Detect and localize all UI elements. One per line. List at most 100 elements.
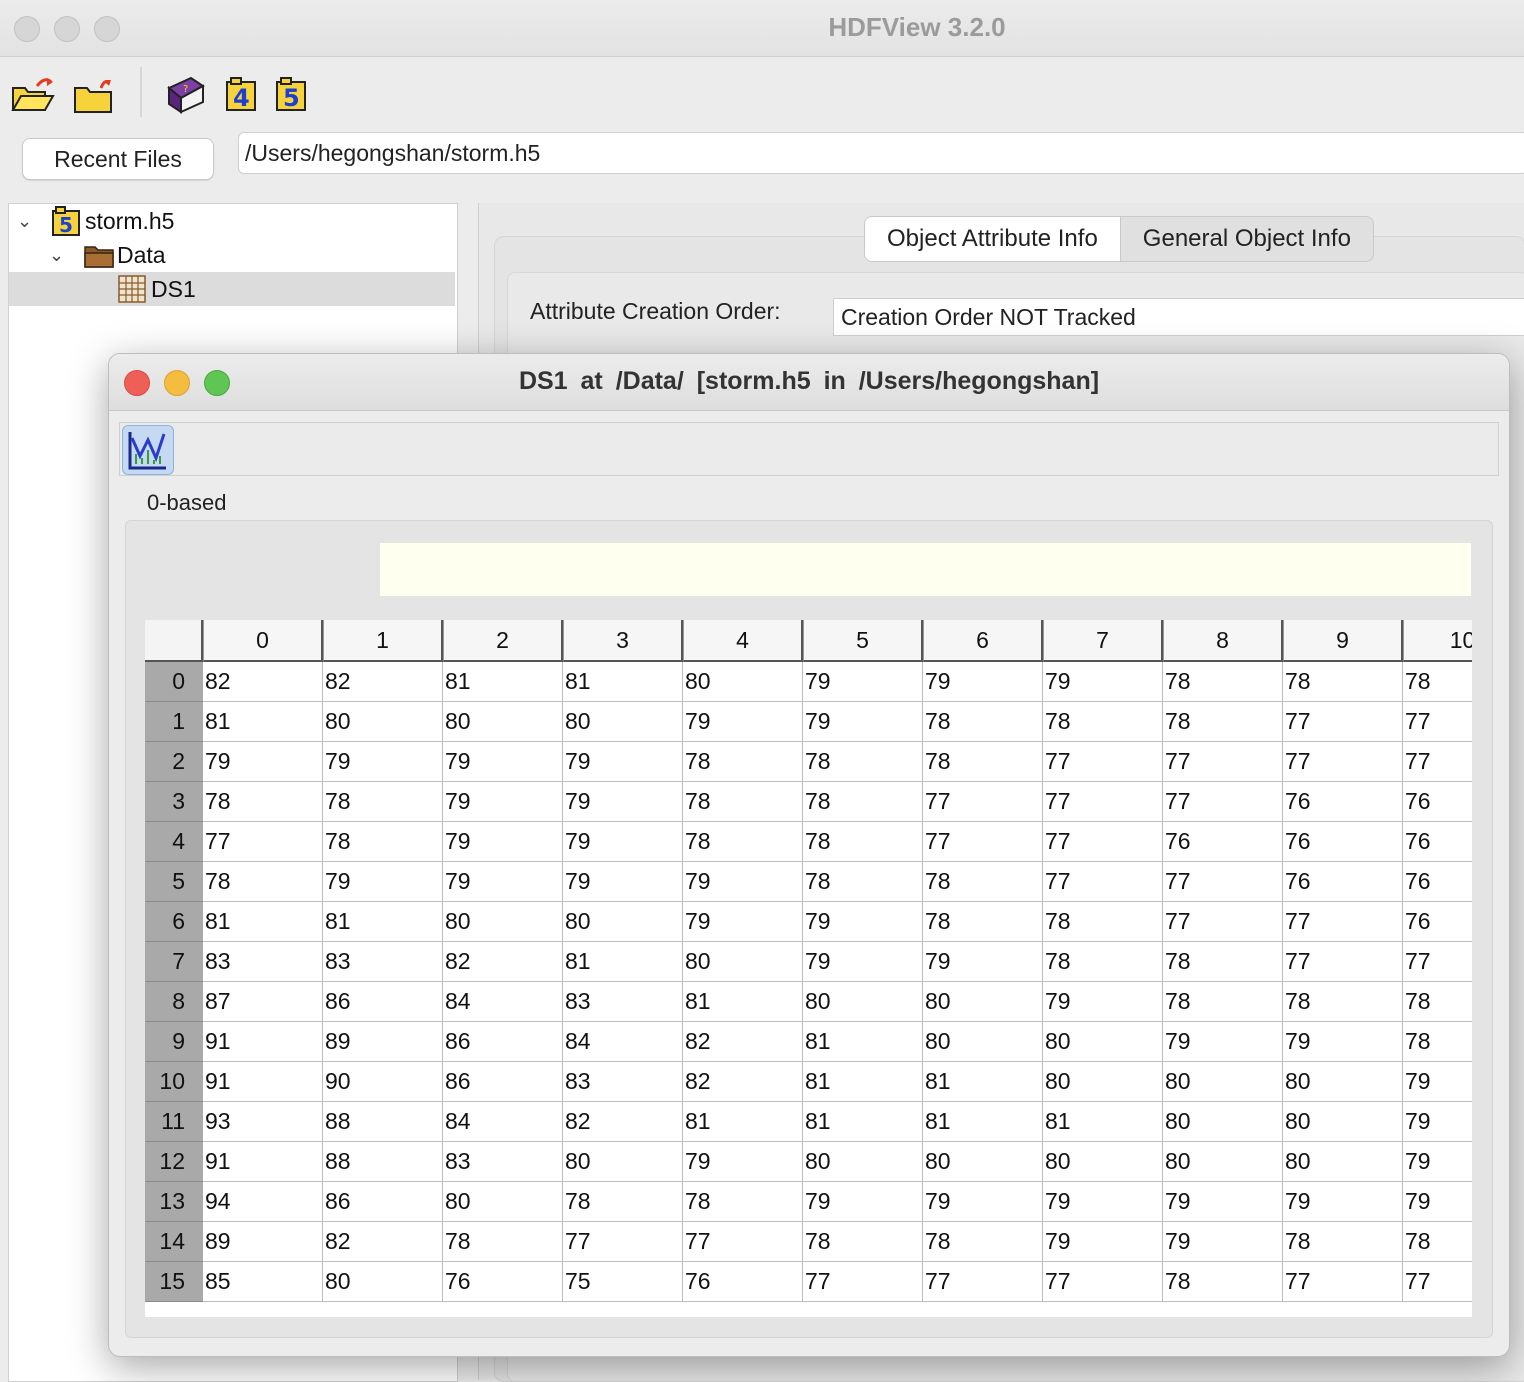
table-cell[interactable]: 79 [923,942,1043,982]
table-cell[interactable]: 79 [1403,1102,1472,1142]
table-cell[interactable]: 78 [1403,1022,1472,1062]
table-cell[interactable]: 78 [803,862,923,902]
table-cell[interactable]: 78 [1163,942,1283,982]
table-cell[interactable]: 83 [323,942,443,982]
table-cell[interactable]: 77 [1043,822,1163,862]
table-cell[interactable]: 78 [1043,902,1163,942]
table-cell[interactable]: 82 [323,662,443,702]
row-header[interactable]: 10 [145,1062,203,1102]
table-cell[interactable]: 81 [803,1102,923,1142]
table-cell[interactable]: 83 [563,1062,683,1102]
table-cell[interactable]: 77 [1163,902,1283,942]
table-cell[interactable]: 80 [1163,1142,1283,1182]
table-cell[interactable]: 79 [1283,1182,1403,1222]
table-cell[interactable]: 79 [443,862,563,902]
table-cell[interactable]: 84 [563,1022,683,1062]
table-cell[interactable]: 81 [803,1022,923,1062]
table-cell[interactable]: 80 [923,1022,1043,1062]
table-cell[interactable]: 77 [1043,1262,1163,1302]
table-cell[interactable]: 78 [1283,662,1403,702]
column-header[interactable]: 1 [323,620,443,662]
row-header[interactable]: 6 [145,902,203,942]
table-cell[interactable]: 78 [923,902,1043,942]
table-cell[interactable]: 80 [923,982,1043,1022]
table-cell[interactable]: 80 [1163,1102,1283,1142]
table-cell[interactable]: 80 [563,1142,683,1182]
table-cell[interactable]: 78 [323,822,443,862]
table-cell[interactable]: 76 [1403,822,1472,862]
table-cell[interactable]: 78 [443,1222,563,1262]
table-cell[interactable]: 79 [563,862,683,902]
table-cell[interactable]: 78 [1043,942,1163,982]
column-header[interactable]: 6 [923,620,1043,662]
row-header[interactable]: 8 [145,982,203,1022]
table-cell[interactable]: 77 [1283,1262,1403,1302]
table-cell[interactable]: 82 [683,1022,803,1062]
table-cell[interactable]: 77 [803,1262,923,1302]
table-cell[interactable]: 79 [803,1182,923,1222]
column-header[interactable]: 10 [1403,620,1472,662]
table-cell[interactable]: 82 [563,1102,683,1142]
table-cell[interactable]: 79 [1043,1182,1163,1222]
table-cell[interactable]: 86 [443,1022,563,1062]
table-cell[interactable]: 77 [683,1222,803,1262]
table-cell[interactable]: 88 [323,1142,443,1182]
table-cell[interactable]: 77 [1283,702,1403,742]
table-cell[interactable]: 80 [683,942,803,982]
table-cell[interactable]: 81 [923,1062,1043,1102]
table-cell[interactable]: 82 [323,1222,443,1262]
row-header[interactable]: 0 [145,662,203,702]
table-cell[interactable]: 77 [1163,862,1283,902]
table-cell[interactable]: 79 [803,702,923,742]
row-header[interactable]: 7 [145,942,203,982]
table-cell[interactable]: 80 [1283,1102,1403,1142]
table-cell[interactable]: 78 [803,782,923,822]
table-cell[interactable]: 78 [1403,1222,1472,1262]
tree-item-group[interactable]: ⌄ Data [49,238,166,272]
table-cell[interactable]: 77 [1283,742,1403,782]
column-header[interactable]: 2 [443,620,563,662]
table-cell[interactable]: 79 [1403,1182,1472,1222]
column-header[interactable]: 4 [683,620,803,662]
table-cell[interactable]: 77 [563,1222,683,1262]
table-cell[interactable]: 88 [323,1102,443,1142]
table-cell[interactable]: 78 [683,782,803,822]
row-header[interactable]: 5 [145,862,203,902]
row-header[interactable]: 13 [145,1182,203,1222]
table-cell[interactable]: 78 [1163,662,1283,702]
cell-value-field[interactable] [380,543,1471,596]
table-cell[interactable]: 80 [563,902,683,942]
table-cell[interactable]: 80 [443,702,563,742]
table-cell[interactable]: 80 [323,1262,443,1302]
table-cell[interactable]: 77 [1403,1262,1472,1302]
table-cell[interactable]: 77 [203,822,323,862]
table-cell[interactable]: 91 [203,1062,323,1102]
table-cell[interactable]: 82 [683,1062,803,1102]
table-cell[interactable]: 79 [1043,662,1163,702]
table-cell[interactable]: 78 [683,1182,803,1222]
table-cell[interactable]: 77 [1163,782,1283,822]
table-cell[interactable]: 79 [323,862,443,902]
file-path-field[interactable]: /Users/hegongshan/storm.h5 [238,132,1524,174]
table-cell[interactable]: 81 [563,662,683,702]
table-cell[interactable]: 79 [923,1182,1043,1222]
table-cell[interactable]: 79 [683,702,803,742]
table-cell[interactable]: 79 [1043,982,1163,1022]
row-header[interactable]: 4 [145,822,203,862]
table-cell[interactable]: 76 [1403,902,1472,942]
table-cell[interactable]: 78 [923,862,1043,902]
table-cell[interactable]: 94 [203,1182,323,1222]
table-cell[interactable]: 77 [1043,742,1163,782]
table-cell[interactable]: 81 [203,702,323,742]
table-cell[interactable]: 79 [923,662,1043,702]
table-cell[interactable]: 80 [923,1142,1043,1182]
table-cell[interactable]: 90 [323,1062,443,1102]
table-cell[interactable]: 78 [923,702,1043,742]
table-cell[interactable]: 77 [1283,942,1403,982]
table-cell[interactable]: 86 [323,1182,443,1222]
table-cell[interactable]: 83 [563,982,683,1022]
table-cell[interactable]: 76 [1163,822,1283,862]
table-cell[interactable]: 79 [1043,1222,1163,1262]
tree-item-file[interactable]: ⌄ 5 storm.h5 [17,204,174,238]
table-cell[interactable]: 78 [923,1222,1043,1262]
